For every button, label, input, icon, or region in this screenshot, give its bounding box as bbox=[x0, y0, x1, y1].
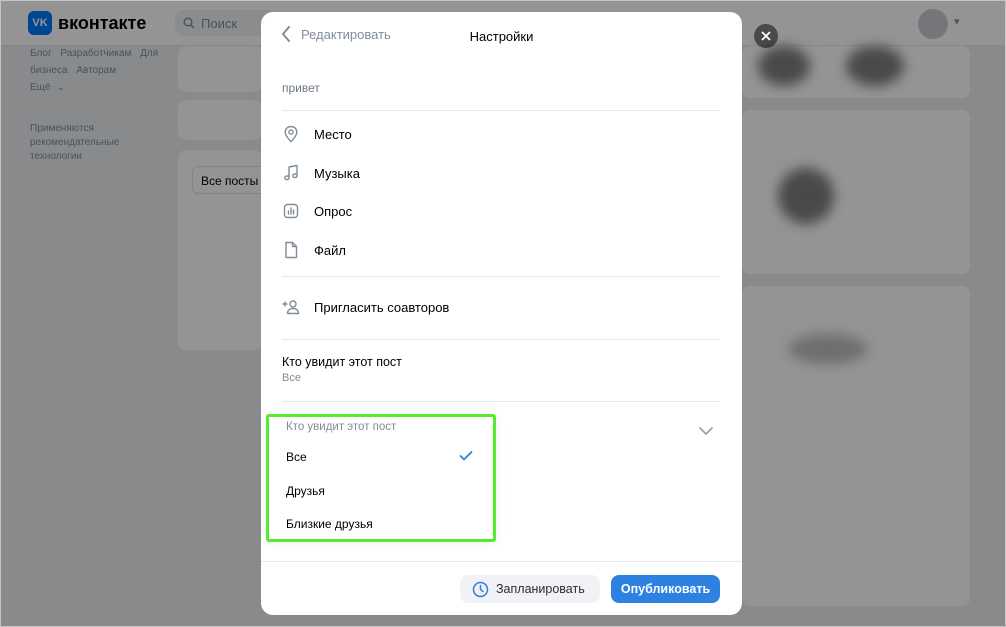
file-icon bbox=[282, 241, 300, 259]
poll-chart-icon bbox=[282, 202, 300, 220]
dropdown-option-friends[interactable]: Друзья bbox=[267, 476, 495, 506]
divider bbox=[282, 339, 720, 340]
add-user-icon bbox=[282, 298, 300, 316]
attach-place-label: Место bbox=[314, 126, 352, 142]
dropdown-option-label: Друзья bbox=[286, 484, 325, 498]
visibility-dropdown: Кто увидит этот пост Все Друзья Близкие … bbox=[267, 415, 495, 540]
dropdown-option-label: Все bbox=[286, 450, 307, 464]
attach-file-item[interactable]: Файл bbox=[282, 232, 720, 268]
attach-poll-label: Опрос bbox=[314, 203, 353, 219]
dropdown-option-all[interactable]: Все bbox=[267, 442, 495, 472]
invite-coauthors-label: Пригласить соавторов bbox=[314, 299, 450, 315]
divider bbox=[282, 401, 720, 402]
dropdown-header: Кто увидит этот пост bbox=[286, 421, 397, 433]
attach-poll-item[interactable]: Опрос bbox=[282, 193, 720, 229]
attach-file-label: Файл bbox=[314, 242, 346, 258]
visibility-title: Кто увидит этот пост bbox=[282, 355, 402, 369]
divider bbox=[282, 110, 720, 111]
modal-footer: Запланировать Опубликовать bbox=[261, 561, 742, 615]
post-text-preview: привет bbox=[282, 81, 320, 95]
post-settings-modal: Редактировать Настройки привет Место Муз… bbox=[261, 12, 742, 615]
schedule-label: Запланировать bbox=[496, 582, 585, 596]
checkmark-icon bbox=[459, 450, 473, 465]
modal-title: Настройки bbox=[469, 29, 534, 44]
visibility-value: Все bbox=[282, 372, 301, 384]
attach-music-label: Музыка bbox=[314, 165, 360, 181]
close-modal-button[interactable] bbox=[754, 24, 778, 48]
divider bbox=[282, 276, 720, 277]
invite-coauthors-item[interactable]: Пригласить соавторов bbox=[282, 289, 720, 325]
chevron-down-icon[interactable] bbox=[698, 423, 714, 441]
dropdown-option-close-friends[interactable]: Близкие друзья bbox=[267, 509, 495, 539]
attach-music-item[interactable]: Музыка bbox=[282, 155, 720, 191]
dropdown-option-label: Близкие друзья bbox=[286, 517, 373, 531]
publish-button[interactable]: Опубликовать bbox=[611, 575, 720, 603]
attach-place-item[interactable]: Место bbox=[282, 116, 720, 152]
music-note-icon bbox=[282, 164, 300, 182]
location-pin-icon bbox=[282, 125, 300, 143]
schedule-button[interactable]: Запланировать bbox=[460, 575, 600, 603]
clock-icon bbox=[472, 581, 489, 597]
modal-header: Редактировать Настройки bbox=[261, 12, 742, 60]
close-icon bbox=[761, 31, 771, 41]
visibility-setting[interactable]: Кто увидит этот пост Все bbox=[282, 355, 402, 384]
